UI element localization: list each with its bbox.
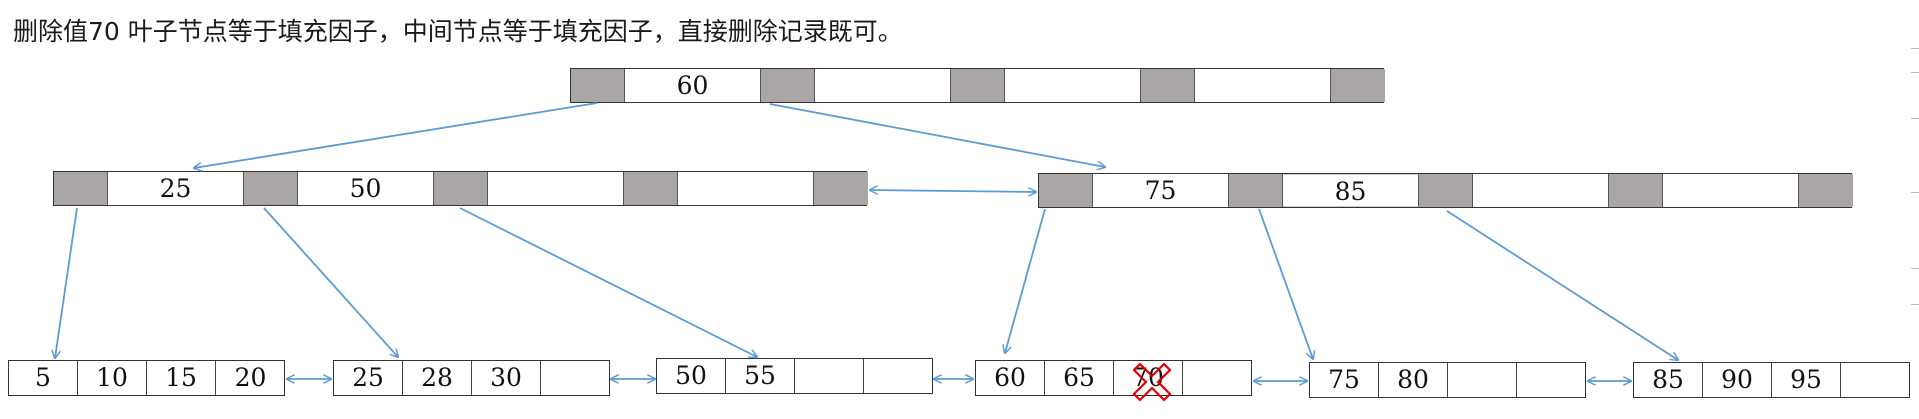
arrow-root-to-left	[194, 102, 598, 168]
sibling-link-internal	[870, 190, 1036, 192]
delete-x-icon	[1132, 362, 1172, 402]
arrow-to-leaf-5	[1258, 208, 1313, 359]
arrow-root-to-right	[769, 103, 1105, 167]
arrows-layer	[0, 102, 1919, 402]
arrow-to-leaf-1	[55, 207, 78, 358]
arrow-to-leaf-2	[263, 207, 398, 357]
arrow-to-leaf-4	[1005, 208, 1046, 353]
arrow-to-leaf-3	[459, 207, 757, 357]
arrow-to-leaf-6	[1446, 210, 1678, 360]
